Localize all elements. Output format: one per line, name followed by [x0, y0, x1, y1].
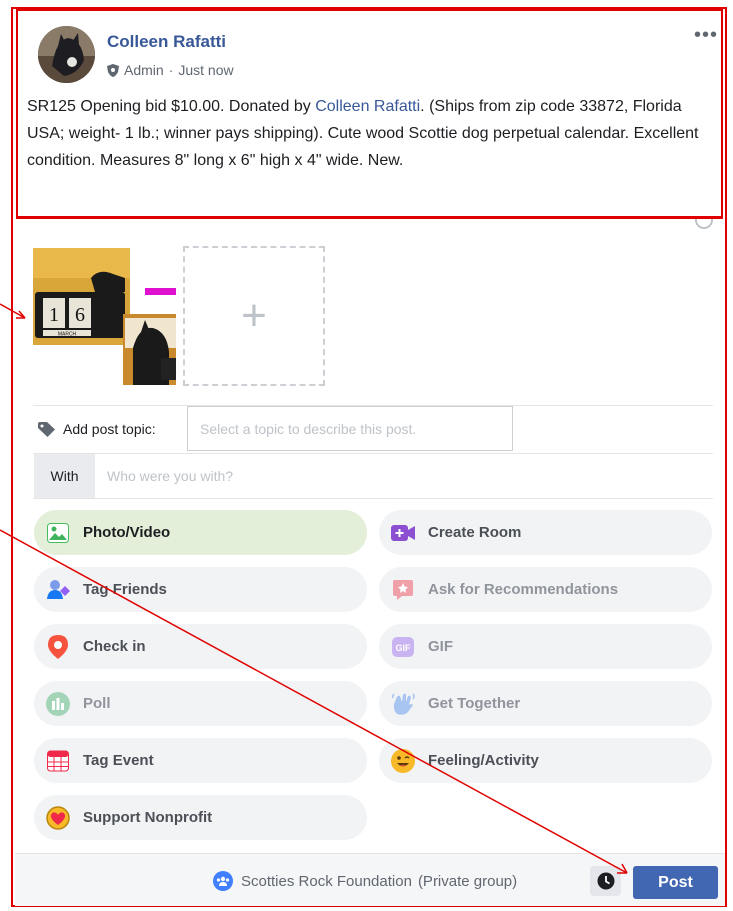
author-name[interactable]: Colleen Rafatti — [107, 32, 226, 52]
create-room-label: Create Room — [428, 524, 522, 541]
with-input[interactable]: Who were you with? — [107, 454, 233, 498]
poll-icon — [46, 691, 70, 716]
svg-text:GIF: GIF — [396, 643, 412, 653]
check-in-button[interactable]: Check in — [34, 624, 367, 669]
calendar-day-1: 1 — [49, 304, 59, 326]
feeling-activity-button[interactable]: Feeling/Activity — [379, 738, 712, 783]
recommendations-icon — [391, 578, 415, 602]
add-photo-slot[interactable]: + — [183, 246, 325, 386]
photo-thumbnail[interactable]: 1 6 MARCH — [33, 248, 176, 385]
feeling-activity-label: Feeling/Activity — [428, 752, 539, 769]
post-button[interactable]: Post — [633, 866, 718, 899]
ask-recommendations-button[interactable]: Ask for Recommendations — [379, 567, 712, 612]
calendar-month: MARCH — [58, 332, 77, 338]
hand-wave-icon — [391, 692, 415, 716]
tag-friends-label: Tag Friends — [83, 581, 167, 598]
room-icon — [391, 521, 415, 545]
tag-icon — [38, 421, 55, 437]
create-room-button[interactable]: Create Room — [379, 510, 712, 555]
gif-icon: GIF — [391, 635, 415, 659]
photo-video-label: Photo/Video — [83, 524, 171, 541]
smile-icon — [391, 748, 415, 773]
support-nonprofit-label: Support Nonprofit — [83, 809, 213, 826]
ask-recommendations-label: Ask for Recommendations — [428, 581, 619, 598]
tag-friends-button[interactable]: Tag Friends — [34, 567, 367, 612]
with-tag: With — [34, 454, 95, 498]
get-together-label: Get Together — [428, 695, 521, 712]
post-text-start: SR125 Opening bid $10.00. Donated by — [27, 98, 316, 115]
donor-link[interactable]: Colleen Rafatti — [315, 98, 420, 115]
tag-event-button[interactable]: Tag Event — [34, 738, 367, 783]
photo-icon — [46, 521, 70, 545]
topic-input[interactable]: Select a topic to describe this post. — [187, 406, 513, 451]
check-in-label: Check in — [83, 638, 146, 655]
post-text[interactable]: SR125 Opening bid $10.00. Donated by Col… — [27, 93, 717, 174]
poll-button[interactable]: Poll — [34, 681, 367, 726]
photo-video-button[interactable]: Photo/Video — [34, 510, 367, 555]
tag-friends-icon — [46, 578, 70, 602]
poll-label: Poll — [83, 695, 111, 712]
location-pin-icon — [46, 634, 70, 659]
calendar-icon — [46, 749, 70, 773]
more-dots-icon[interactable]: ••• — [694, 24, 718, 47]
get-together-button[interactable]: Get Together — [379, 681, 712, 726]
support-nonprofit-button[interactable]: Support Nonprofit — [34, 795, 367, 840]
post-time[interactable]: Just now — [178, 62, 233, 78]
divider — [33, 498, 713, 499]
plus-icon: + — [241, 291, 267, 340]
heart-badge-icon — [46, 805, 70, 830]
post-meta: Admin · Just now — [107, 62, 234, 78]
group-icon — [213, 871, 233, 891]
topic-label: Add post topic: — [63, 421, 156, 437]
gif-button[interactable]: GIF GIF — [379, 624, 712, 669]
tag-event-label: Tag Event — [83, 752, 154, 769]
admin-shield-icon — [107, 63, 119, 77]
with-row: With Who were you with? — [34, 454, 713, 498]
calendar-day-6: 6 — [75, 304, 85, 326]
topic-row: Add post topic: — [38, 406, 156, 452]
schedule-clock-icon[interactable] — [590, 866, 621, 896]
gif-label: GIF — [428, 638, 453, 655]
group-selector[interactable]: Scotties Rock Foundation (Private group) — [213, 863, 517, 899]
group-name: Scotties Rock Foundation — [241, 872, 412, 890]
meta-separator: · — [168, 62, 174, 78]
avatar[interactable] — [38, 26, 95, 83]
role-label: Admin — [124, 62, 164, 78]
group-privacy: (Private group) — [417, 872, 518, 890]
